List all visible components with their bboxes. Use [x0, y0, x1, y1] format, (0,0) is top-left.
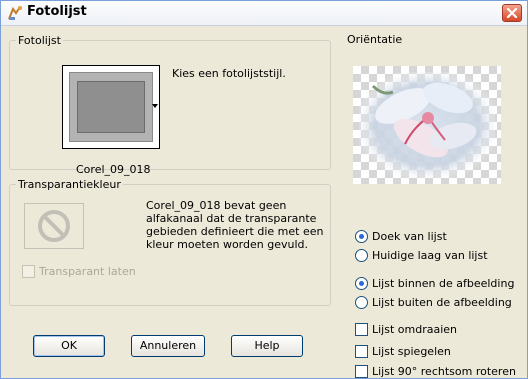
ok-button[interactable]: OK — [33, 335, 105, 357]
radio-frame-outside-image[interactable] — [355, 296, 368, 309]
radio-current-layer-of-frame[interactable] — [355, 249, 368, 262]
close-icon — [506, 7, 518, 19]
radio-current-layer-of-frame-label: Huidige laag van lijst — [372, 249, 488, 262]
orientation-group-label: Oriëntatie — [345, 33, 405, 46]
transparency-group-label: Transparantiekleur — [16, 178, 123, 191]
dialog-window: Fotolijst Fotolijst Kies een fotolijstst… — [0, 0, 528, 379]
frame-app-icon — [8, 6, 22, 20]
dropdown-arrow-icon[interactable] — [152, 104, 158, 108]
keep-transparent-checkbox[interactable] — [22, 265, 35, 278]
orientation-preview — [353, 66, 501, 184]
transparency-message-line-3: gebieden definieert die met een — [146, 225, 324, 238]
cancel-button[interactable]: Annuleren — [131, 335, 205, 357]
frame-group-label: Fotolijst — [16, 34, 63, 47]
title-bar[interactable]: Fotolijst — [1, 1, 527, 26]
orientation-group: Oriëntatie Doek van lijst Huidige laag v… — [339, 33, 519, 378]
flower-preview-image — [359, 72, 495, 178]
mirror-frame-label: Lijst spiegelen — [372, 345, 451, 358]
flip-frame-checkbox[interactable] — [355, 323, 368, 336]
radio-frame-inside-image-label: Lijst binnen de afbeelding — [372, 277, 515, 290]
frame-hint: Kies een fotolijststijl. — [172, 67, 286, 80]
no-symbol-icon — [38, 210, 70, 242]
radio-frame-outside-image-label: Lijst buiten de afbeelding — [372, 296, 512, 309]
transparency-group: Transparantiekleur Corel_09_018 bevat ge… — [9, 178, 331, 306]
transparency-color-swatch — [24, 203, 84, 249]
transparency-message-line-2: alfakanaal dat de transparante — [146, 212, 317, 225]
close-button[interactable] — [502, 4, 522, 22]
keep-transparent-label: Transparant laten — [39, 265, 136, 278]
dialog-client: Fotolijst Kies een fotolijststijl. Corel… — [5, 27, 523, 378]
rotate-frame-checkbox[interactable] — [355, 365, 368, 378]
frame-thumbnail-center — [77, 81, 145, 133]
radio-canvas-of-frame[interactable] — [355, 230, 368, 243]
frame-name: Corel_09_018 — [76, 163, 151, 176]
radio-canvas-of-frame-label: Doek van lijst — [372, 230, 447, 243]
mirror-frame-checkbox[interactable] — [355, 345, 368, 358]
help-button[interactable]: Help — [231, 335, 303, 357]
radio-frame-inside-image[interactable] — [355, 277, 368, 290]
window-title: Fotolijst — [27, 4, 87, 19]
transparency-message-line-4: kleur moeten worden gevuld. — [146, 238, 308, 251]
rotate-frame-label: Lijst 90° rechtsom roteren — [372, 365, 516, 378]
frame-style-picker[interactable] — [62, 65, 160, 149]
transparency-message-line-1: Corel_09_018 bevat geen — [146, 199, 287, 212]
flip-frame-label: Lijst omdraaien — [372, 323, 458, 336]
frame-thumbnail — [69, 72, 153, 142]
frame-group: Fotolijst Kies een fotolijststijl. Corel… — [9, 34, 331, 176]
